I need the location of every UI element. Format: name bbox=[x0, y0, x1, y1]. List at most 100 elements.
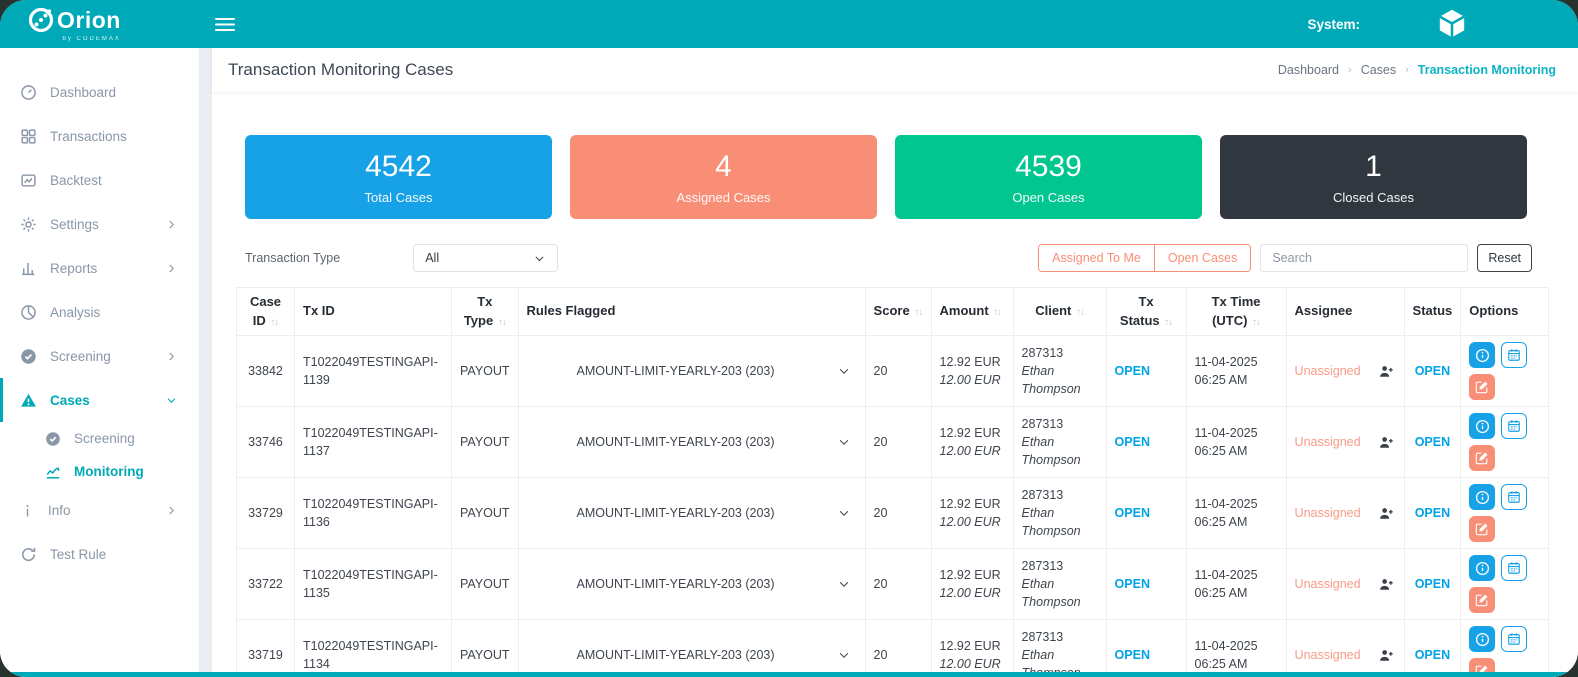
tx-status: OPEN bbox=[1106, 336, 1186, 407]
options bbox=[1461, 549, 1549, 620]
options bbox=[1461, 620, 1549, 677]
sidebar-item-test-rule[interactable]: Test Rule bbox=[0, 532, 199, 576]
sidebar-item-info[interactable]: Info bbox=[0, 488, 199, 532]
sidebar-item-transactions[interactable]: Transactions bbox=[0, 114, 199, 158]
sidebar-item-screening[interactable]: Screening bbox=[0, 334, 199, 378]
bar-chart-icon bbox=[20, 260, 37, 277]
case-id: 33842 bbox=[237, 336, 295, 407]
tx-status: OPEN bbox=[1106, 620, 1186, 677]
menu-toggle-icon[interactable] bbox=[215, 17, 235, 32]
chevron-down-icon[interactable] bbox=[837, 506, 851, 520]
status: OPEN bbox=[1404, 478, 1461, 549]
scrollbar[interactable] bbox=[199, 48, 212, 677]
chevron-down-icon[interactable] bbox=[837, 435, 851, 449]
calendar-button[interactable] bbox=[1501, 626, 1527, 652]
col-amount[interactable]: Amount↑↓ bbox=[931, 288, 1013, 336]
check-circle-icon bbox=[45, 431, 61, 447]
rules-flagged: AMOUNT-LIMIT-YEARLY-203 (203) bbox=[518, 620, 865, 677]
sidebar-subitem-screening[interactable]: Screening bbox=[0, 422, 199, 455]
options bbox=[1461, 478, 1549, 549]
total-cases-card: 4542 Total Cases bbox=[245, 135, 552, 219]
sidebar-item-cases[interactable]: Cases bbox=[0, 378, 199, 422]
breadcrumb-cases[interactable]: Cases bbox=[1361, 63, 1396, 77]
col-tx-time[interactable]: Tx Time (UTC)↑↓ bbox=[1186, 288, 1286, 336]
page-header-bar: Transaction Monitoring Cases Dashboard ›… bbox=[212, 48, 1578, 92]
col-tx-type[interactable]: Tx Type↑↓ bbox=[452, 288, 519, 336]
sidebar-subitem-monitoring[interactable]: Monitoring bbox=[0, 455, 199, 488]
calendar-button[interactable] bbox=[1501, 484, 1527, 510]
breadcrumb-dashboard[interactable]: Dashboard bbox=[1278, 63, 1339, 77]
calendar-button[interactable] bbox=[1501, 413, 1527, 439]
sidebar-item-reports[interactable]: Reports bbox=[0, 246, 199, 290]
status: OPEN bbox=[1404, 620, 1461, 677]
breadcrumb-separator: › bbox=[1348, 64, 1352, 76]
case-id: 33719 bbox=[237, 620, 295, 677]
assign-user-icon[interactable] bbox=[1379, 577, 1394, 592]
score: 20 bbox=[865, 620, 931, 677]
edit-button[interactable] bbox=[1469, 587, 1495, 613]
edit-button[interactable] bbox=[1469, 445, 1495, 471]
col-tx-status[interactable]: Tx Status↑↓ bbox=[1106, 288, 1186, 336]
system-cube-icon[interactable] bbox=[1434, 6, 1470, 42]
score: 20 bbox=[865, 549, 931, 620]
col-score[interactable]: Score↑↓ bbox=[865, 288, 931, 336]
search-input[interactable] bbox=[1260, 244, 1468, 272]
assign-user-icon[interactable] bbox=[1379, 435, 1394, 450]
info-button[interactable] bbox=[1469, 555, 1495, 581]
case-id: 33722 bbox=[237, 549, 295, 620]
sort-icon[interactable]: ↑↓ bbox=[994, 307, 1002, 318]
tx-time: 11-04-202506:25 AM bbox=[1186, 549, 1286, 620]
assigned-to-me-button[interactable]: Assigned To Me bbox=[1039, 245, 1155, 271]
dashboard-icon bbox=[20, 84, 37, 101]
options bbox=[1461, 336, 1549, 407]
sidebar-item-dashboard[interactable]: Dashboard bbox=[0, 70, 199, 114]
tx-time: 11-04-202506:25 AM bbox=[1186, 478, 1286, 549]
chevron-down-icon[interactable] bbox=[837, 648, 851, 662]
info-button[interactable] bbox=[1469, 342, 1495, 368]
info-icon bbox=[1475, 632, 1490, 647]
info-button[interactable] bbox=[1469, 626, 1495, 652]
chevron-right-icon bbox=[166, 505, 177, 516]
tx-id: T1022049TESTINGAPI-1135 bbox=[295, 549, 452, 620]
tx-type: PAYOUT bbox=[452, 478, 519, 549]
open-cases-label: Open Cases bbox=[1012, 190, 1084, 205]
assignee: Unassigned bbox=[1286, 478, 1404, 549]
assign-user-icon[interactable] bbox=[1379, 648, 1394, 663]
calendar-button[interactable] bbox=[1501, 555, 1527, 581]
sort-icon[interactable]: ↑↓ bbox=[1165, 317, 1173, 328]
sort-icon[interactable]: ↑↓ bbox=[915, 307, 923, 318]
col-case-id[interactable]: Case ID↑↓ bbox=[237, 288, 295, 336]
brand-logo[interactable]: Orion by CODEMAX bbox=[0, 0, 199, 48]
edit-button[interactable] bbox=[1469, 516, 1495, 542]
info-button[interactable] bbox=[1469, 413, 1495, 439]
tx-time: 11-04-202506:25 AM bbox=[1186, 336, 1286, 407]
table-row: 33746 T1022049TESTINGAPI-1137 PAYOUT AMO… bbox=[237, 407, 1549, 478]
edit-button[interactable] bbox=[1469, 374, 1495, 400]
col-rules-flagged: Rules Flagged bbox=[518, 288, 865, 336]
open-cases-button[interactable]: Open Cases bbox=[1155, 245, 1250, 271]
transaction-type-select[interactable]: All bbox=[413, 244, 558, 272]
sort-icon[interactable]: ↑↓ bbox=[271, 317, 279, 328]
info-button[interactable] bbox=[1469, 484, 1495, 510]
orion-logo-icon bbox=[27, 6, 55, 34]
assign-user-icon[interactable] bbox=[1379, 506, 1394, 521]
info-icon bbox=[1475, 348, 1490, 363]
sort-icon[interactable]: ↑↓ bbox=[1076, 307, 1084, 318]
sort-icon[interactable]: ↑↓ bbox=[1252, 317, 1260, 328]
chevron-down-icon[interactable] bbox=[837, 364, 851, 378]
col-client[interactable]: Client↑↓ bbox=[1013, 288, 1106, 336]
tx-status: OPEN bbox=[1106, 407, 1186, 478]
edit-button[interactable] bbox=[1469, 658, 1495, 677]
chevron-down-icon[interactable] bbox=[837, 577, 851, 591]
sidebar-item-settings[interactable]: Settings bbox=[0, 202, 199, 246]
sort-icon[interactable]: ↑↓ bbox=[498, 317, 506, 328]
chevron-right-icon bbox=[166, 219, 177, 230]
sidebar-item-analysis[interactable]: Analysis bbox=[0, 290, 199, 334]
assign-user-icon[interactable] bbox=[1379, 364, 1394, 379]
sidebar-item-backtest[interactable]: Backtest bbox=[0, 158, 199, 202]
reset-button[interactable]: Reset bbox=[1477, 244, 1532, 272]
status: OPEN bbox=[1404, 549, 1461, 620]
table-row: 33719 T1022049TESTINGAPI-1134 PAYOUT AMO… bbox=[237, 620, 1549, 677]
col-options: Options bbox=[1461, 288, 1549, 336]
calendar-button[interactable] bbox=[1501, 342, 1527, 368]
